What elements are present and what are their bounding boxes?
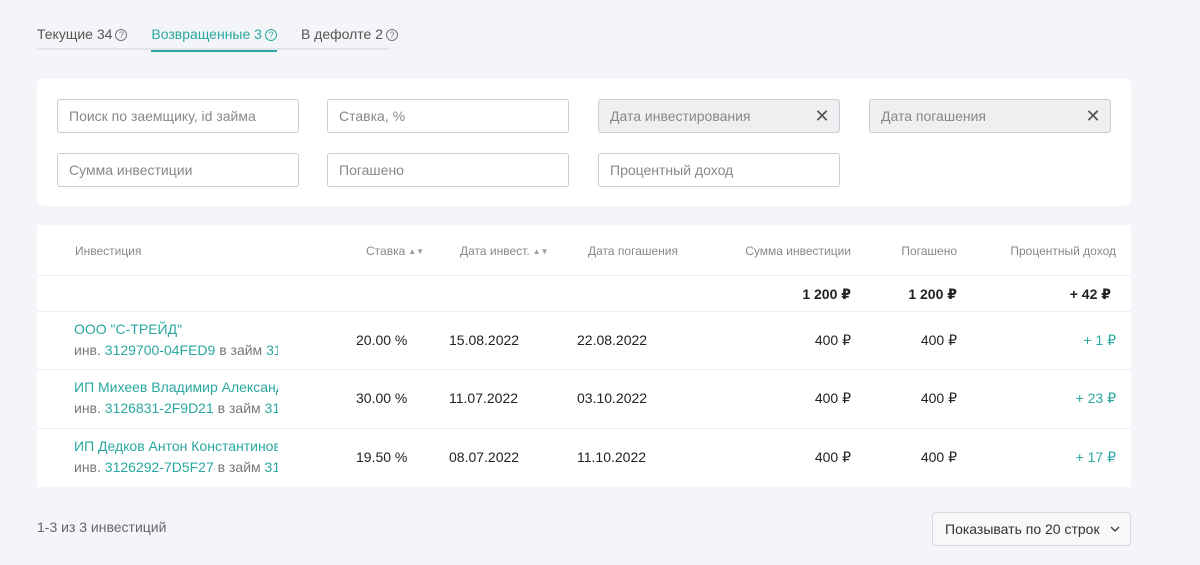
tab-returned[interactable]: Возвращенные 3 ?	[151, 22, 277, 52]
loan-id-link[interactable]: 312	[265, 459, 278, 475]
header-invest-date[interactable]: Дата инвест. ▲▼	[460, 244, 549, 258]
chevron-down-icon	[1110, 526, 1120, 533]
loan-prefix: в займ	[217, 400, 261, 416]
investment-id-link[interactable]: 3129700-04FED9	[105, 342, 216, 358]
rate-filter-placeholder: Ставка, %	[339, 108, 406, 124]
tab-current-label: Текущие 34	[37, 26, 113, 42]
income-placeholder: Процентный доход	[610, 162, 734, 178]
results-count: 1-3 из 3 инвестиций	[37, 519, 167, 535]
borrower-link[interactable]: ИП Михеев Владимир Александ	[74, 379, 278, 395]
help-icon[interactable]: ?	[264, 29, 277, 41]
header-invest-date-label: Дата инвест.	[460, 244, 530, 258]
loan-id-link[interactable]: 312	[266, 342, 278, 358]
header-repaid: Погашено	[901, 244, 957, 258]
repaid-filter-input[interactable]: Погашено	[327, 153, 569, 187]
repaid-cell: 400 ₽	[920, 332, 957, 348]
loan-prefix: в займ	[219, 342, 263, 358]
loan-id-link[interactable]: 312	[265, 400, 278, 416]
investments-table: Инвестиция Ставка ▲▼ Дата инвест. ▲▼ Дата …	[37, 225, 1131, 487]
header-investment: Инвестиция	[75, 244, 142, 258]
borrower-link[interactable]: ИП Дедков Антон Константинов	[74, 438, 278, 454]
income-cell: + 17 ₽	[1075, 449, 1116, 465]
table-row[interactable]: ИП Дедков Антон Константинов инв. 312629…	[37, 429, 1131, 487]
sum-cell: 400 ₽	[814, 332, 851, 348]
inv-prefix: инв.	[74, 400, 101, 416]
header-income: Процентный доход	[1010, 244, 1116, 258]
table-header: Инвестиция Ставка ▲▼ Дата инвест. ▲▼ Дата …	[37, 225, 1131, 276]
repay-date-placeholder: Дата погашения	[881, 108, 986, 124]
table-row[interactable]: ИП Михеев Владимир Александ инв. 3126831…	[37, 370, 1131, 429]
inv-prefix: инв.	[74, 459, 101, 475]
tab-current[interactable]: Текущие 34 ?	[37, 22, 128, 50]
sum-cell: 400 ₽	[814, 390, 851, 406]
borrower-search-placeholder: Поиск по заемщику, id займа	[69, 108, 256, 124]
loan-prefix: в займ	[217, 459, 261, 475]
sort-icon: ▲▼	[408, 247, 425, 256]
invest-date-cell: 15.08.2022	[449, 332, 520, 348]
clear-icon[interactable]: ✕	[1085, 107, 1101, 125]
total-repaid: 1 200 ₽	[908, 286, 957, 302]
clear-icon[interactable]: ✕	[814, 107, 830, 125]
sum-cell: 400 ₽	[814, 449, 851, 465]
income-cell: + 1 ₽	[1083, 332, 1116, 348]
income-cell: + 23 ₽	[1075, 390, 1116, 406]
investment-id-link[interactable]: 3126292-7D5F27	[105, 459, 214, 475]
repaid-placeholder: Погашено	[339, 162, 404, 178]
header-repay-date: Дата погашения	[588, 244, 678, 258]
sort-icon: ▲▼	[532, 247, 549, 256]
total-sum: 1 200 ₽	[802, 286, 851, 302]
repay-date-cell: 03.10.2022	[577, 390, 648, 406]
rate-filter-input[interactable]: Ставка, %	[327, 99, 569, 133]
header-rate[interactable]: Ставка ▲▼	[366, 244, 424, 258]
header-rate-label: Ставка	[366, 244, 406, 258]
investment-id-link[interactable]: 3126831-2F9D21	[105, 400, 214, 416]
filters-panel: Поиск по заемщику, id займа Ставка, % Да…	[37, 79, 1131, 206]
tab-default-label: В дефолте 2	[300, 26, 384, 42]
total-income: + 42 ₽	[1069, 286, 1111, 302]
rows-per-page-select[interactable]: Показывать по 20 строк	[932, 512, 1131, 546]
invest-date-cell: 08.07.2022	[449, 449, 520, 465]
invest-date-placeholder: Дата инвестирования	[610, 108, 751, 124]
rate-cell: 30.00 %	[356, 390, 408, 406]
help-icon[interactable]: ?	[386, 29, 399, 41]
invest-date-filter[interactable]: Дата инвестирования ✕	[598, 99, 840, 133]
inv-prefix: инв.	[74, 342, 101, 358]
invest-date-cell: 11.07.2022	[449, 390, 519, 406]
repay-date-filter[interactable]: Дата погашения ✕	[869, 99, 1111, 133]
totals-row: 1 200 ₽ 1 200 ₽ + 42 ₽	[37, 276, 1131, 312]
table-row[interactable]: ООО "С-ТРЕЙД" инв. 3129700-04FED9 в займ…	[37, 312, 1131, 370]
repaid-cell: 400 ₽	[920, 390, 957, 406]
borrower-search-input[interactable]: Поиск по заемщику, id займа	[57, 99, 299, 133]
status-tabs: Текущие 34 ? Возвращенные 3 ? В дефолте …	[37, 22, 399, 52]
tab-default[interactable]: В дефолте 2 ?	[300, 22, 399, 50]
header-sum: Сумма инвестиции	[745, 244, 851, 258]
rows-per-page-label: Показывать по 20 строк	[945, 521, 1100, 537]
rate-cell: 19.50 %	[356, 449, 408, 465]
rate-cell: 20.00 %	[356, 332, 408, 348]
tab-returned-label: Возвращенные 3	[151, 26, 262, 42]
income-filter-input[interactable]: Процентный доход	[598, 153, 840, 187]
repaid-cell: 400 ₽	[920, 449, 957, 465]
repay-date-cell: 22.08.2022	[577, 332, 648, 348]
invest-sum-filter-input[interactable]: Сумма инвестиции	[57, 153, 299, 187]
borrower-link[interactable]: ООО "С-ТРЕЙД"	[74, 321, 182, 337]
invest-sum-placeholder: Сумма инвестиции	[69, 162, 193, 178]
help-icon[interactable]: ?	[115, 29, 128, 41]
repay-date-cell: 11.10.2022	[577, 449, 647, 465]
